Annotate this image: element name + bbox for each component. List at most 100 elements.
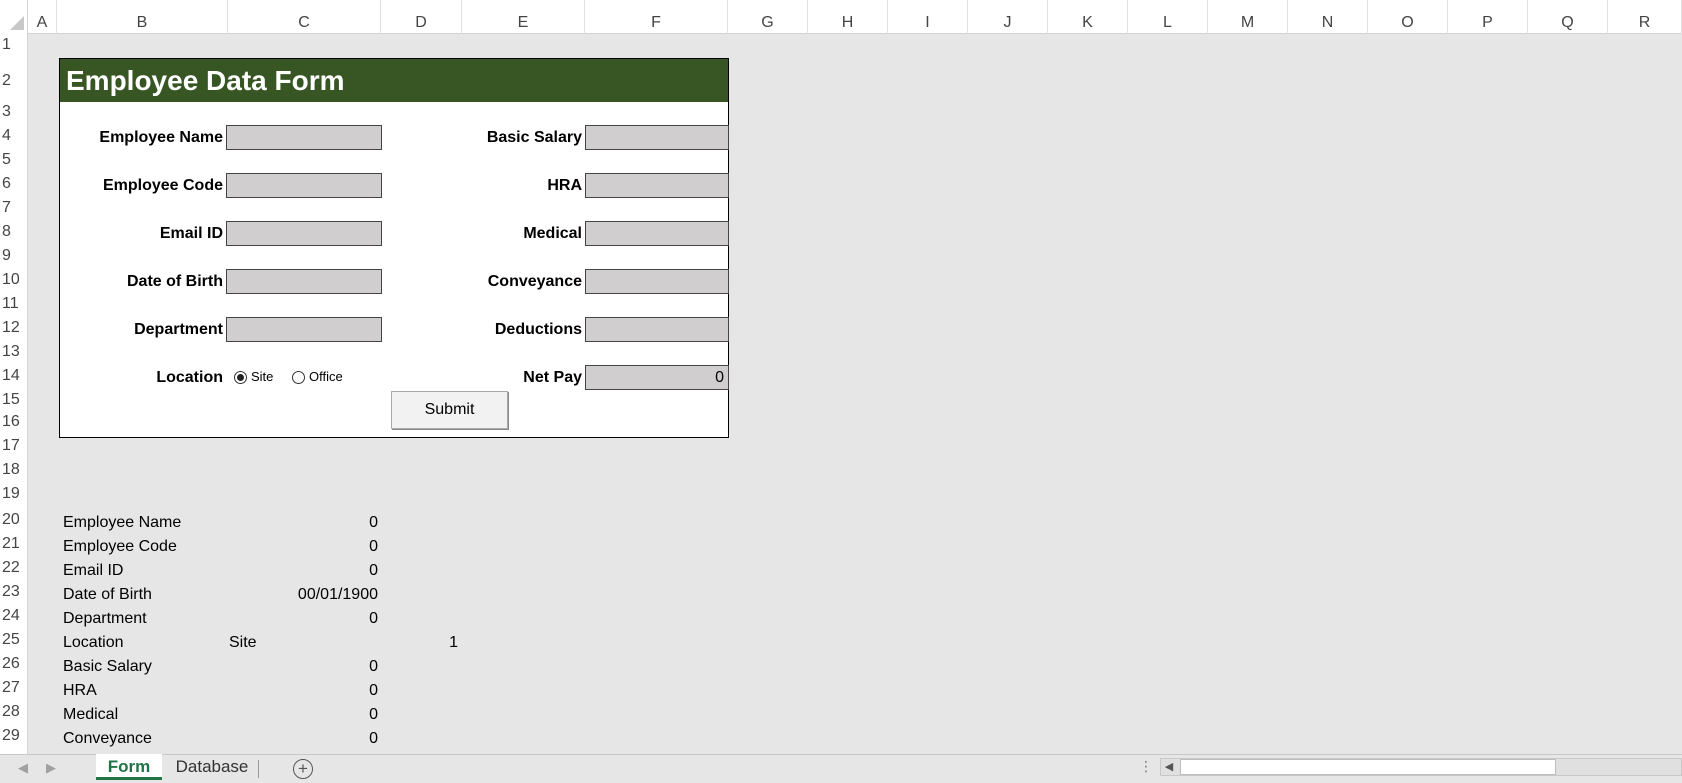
column-header-b[interactable]: B — [57, 0, 228, 34]
field-input[interactable]: 0 — [585, 365, 729, 390]
field-input[interactable] — [585, 221, 729, 246]
summary-value: 0 — [369, 682, 378, 699]
field-input[interactable] — [226, 269, 382, 294]
location-office-label: Office — [309, 369, 343, 384]
location-office-radio[interactable] — [292, 371, 305, 384]
row-header-22[interactable]: 22 — [0, 559, 28, 577]
column-header-a[interactable]: A — [28, 0, 57, 34]
summary-label: Basic Salary — [63, 658, 152, 675]
row-header-18[interactable]: 18 — [0, 461, 28, 479]
column-header-e[interactable]: E — [462, 0, 585, 34]
row-header-23[interactable]: 23 — [0, 583, 28, 601]
field-input[interactable] — [585, 317, 729, 342]
tab-splitter-dots-icon[interactable]: ⋮ — [1139, 758, 1153, 775]
form-title: Employee Data Form — [66, 65, 345, 96]
row-header-5[interactable]: 5 — [0, 151, 28, 169]
row-header-6[interactable]: 6 — [0, 175, 28, 193]
summary-label: Employee Code — [63, 538, 177, 555]
row-header-14[interactable]: 14 — [0, 367, 28, 385]
field-input[interactable] — [585, 269, 729, 294]
field-input[interactable] — [226, 221, 382, 246]
column-header-m[interactable]: M — [1208, 0, 1288, 34]
column-header-d[interactable]: D — [381, 0, 462, 34]
field-label: Employee Name — [99, 129, 223, 146]
horizontal-scrollbar-thumb[interactable] — [1180, 759, 1556, 775]
row-header-21[interactable]: 21 — [0, 535, 28, 553]
row-header-2[interactable]: 2 — [0, 72, 28, 90]
summary-value: 0 — [369, 706, 378, 723]
location-label: Location — [156, 369, 223, 386]
row-header-10[interactable]: 10 — [0, 271, 28, 289]
summary-value: 0 — [369, 658, 378, 675]
field-input[interactable] — [226, 317, 382, 342]
summary-label: Department — [63, 610, 147, 627]
row-header-27[interactable]: 27 — [0, 679, 28, 697]
column-header-row: ABCDEFGHIJKLMNOPQR — [0, 0, 1682, 34]
summary-value: 0 — [369, 562, 378, 579]
column-header-g[interactable]: G — [728, 0, 808, 34]
add-sheet-icon[interactable]: + — [293, 759, 313, 779]
row-header-15[interactable]: 15 — [0, 391, 28, 409]
row-header-28[interactable]: 28 — [0, 703, 28, 721]
submit-button[interactable]: Submit — [391, 391, 508, 429]
summary-extra-value: 1 — [449, 634, 458, 651]
summary-label: Email ID — [63, 562, 124, 579]
field-label: Net Pay — [523, 369, 582, 386]
row-header-24[interactable]: 24 — [0, 607, 28, 625]
summary-label: Medical — [63, 706, 119, 723]
row-header-26[interactable]: 26 — [0, 655, 28, 673]
summary-label: Conveyance — [63, 730, 152, 747]
column-header-q[interactable]: Q — [1528, 0, 1608, 34]
sheet-tab-form[interactable]: Form — [96, 754, 162, 780]
location-site-label: Site — [251, 369, 274, 384]
summary-value: 0 — [369, 610, 378, 627]
row-header-1[interactable]: 1 — [0, 36, 28, 54]
row-header-4[interactable]: 4 — [0, 127, 28, 145]
column-header-k[interactable]: K — [1048, 0, 1128, 34]
field-label: Basic Salary — [486, 129, 582, 146]
summary-value: 0 — [369, 538, 378, 555]
field-input[interactable] — [585, 125, 729, 150]
column-header-i[interactable]: I — [888, 0, 968, 34]
row-header-7[interactable]: 7 — [0, 199, 28, 217]
column-header-j[interactable]: J — [968, 0, 1048, 34]
column-header-h[interactable]: H — [808, 0, 888, 34]
row-header-29[interactable]: 29 — [0, 727, 28, 745]
summary-value: Site — [229, 634, 257, 651]
field-label: Medical — [523, 225, 582, 242]
field-input[interactable] — [226, 125, 382, 150]
summary-value: 0 — [369, 514, 378, 531]
column-header-r[interactable]: R — [1608, 0, 1682, 34]
sheet-scroll-right-icon[interactable]: ▶ — [46, 760, 56, 776]
summary-value: 00/01/1900 — [297, 586, 378, 603]
field-input[interactable] — [226, 173, 382, 198]
column-header-n[interactable]: N — [1288, 0, 1368, 34]
column-header-l[interactable]: L — [1128, 0, 1208, 34]
row-header-16[interactable]: 16 — [0, 413, 28, 431]
row-header-19[interactable]: 19 — [0, 485, 28, 503]
sheet-tab-database[interactable]: Database — [166, 754, 258, 780]
column-header-c[interactable]: C — [228, 0, 381, 34]
row-header-20[interactable]: 20 — [0, 511, 28, 529]
row-header-11[interactable]: 11 — [0, 295, 28, 313]
summary-label: Location — [63, 634, 124, 651]
hscroll-left-arrow-icon[interactable]: ◀ — [1160, 758, 1178, 776]
summary-label: Employee Name — [63, 514, 182, 531]
row-header-12[interactable]: 12 — [0, 319, 28, 337]
row-header-8[interactable]: 8 — [0, 223, 28, 241]
field-input[interactable] — [585, 173, 729, 198]
field-label: Deductions — [494, 321, 582, 338]
summary-label: HRA — [63, 682, 97, 699]
column-header-p[interactable]: P — [1448, 0, 1528, 34]
row-header-13[interactable]: 13 — [0, 343, 28, 361]
field-label: Date of Birth — [127, 273, 223, 290]
location-site-radio[interactable] — [234, 371, 247, 384]
field-label: Email ID — [159, 225, 223, 242]
sheet-scroll-left-icon[interactable]: ◀ — [18, 760, 28, 776]
row-header-3[interactable]: 3 — [0, 103, 28, 121]
row-header-9[interactable]: 9 — [0, 247, 28, 265]
column-header-f[interactable]: F — [585, 0, 728, 34]
column-header-o[interactable]: O — [1368, 0, 1448, 34]
row-header-17[interactable]: 17 — [0, 437, 28, 455]
row-header-25[interactable]: 25 — [0, 631, 28, 649]
